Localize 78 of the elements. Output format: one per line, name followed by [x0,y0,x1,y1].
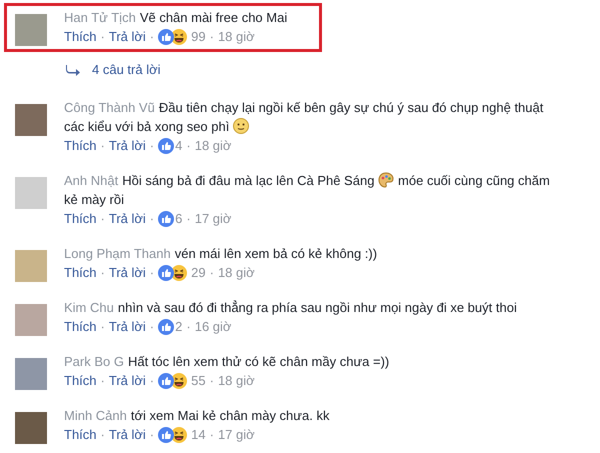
replies-link[interactable]: 4 câu trả lời [92,60,160,80]
laughing-reaction-icon [171,264,188,280]
comment-time: 17 giờ [194,210,232,228]
like-reaction-icon [158,138,174,154]
like-link[interactable]: Thích [64,370,97,390]
like-reaction-icon [158,318,174,334]
avatar-image [15,358,47,390]
separator-dot: · [186,136,191,154]
comment-time: 18 giờ [218,28,255,46]
like-link[interactable]: Thích [64,262,97,282]
reply-arrow-icon [66,64,80,76]
reaction-count: 2 [175,318,182,336]
reply-link[interactable]: Trả lời [108,424,146,444]
laughing-reaction-icon [171,29,188,45]
comment-time: 16 giờ [194,318,232,336]
comment-text: Công Thành Vũ Đầu tiên chạy lại ngồi kế bên gây sự chú ý sau đó chụp nghệ thuật các kiểu với bả xong seo phì [64,98,544,136]
separator-dot: · [150,210,154,228]
like-reaction-icon [158,372,174,388]
separator-dot: · [186,318,191,336]
separator-dot: · [150,136,154,154]
laughing-reaction-icon [171,426,188,442]
laughing-reaction-icon [171,372,188,388]
separator-dot: · [100,136,105,154]
like-reaction-icon [158,264,174,280]
like-link[interactable]: Thích [64,316,97,336]
reply-link[interactable]: Trả lời [108,27,146,47]
separator-dot: · [100,318,105,336]
reaction-count: 6 [175,210,182,228]
separator-dot: · [150,28,154,46]
avatar-image [15,304,47,336]
separator-dot: · [150,426,154,444]
reaction-count: 4 [175,136,182,154]
comment-text: Park Bo G Hất tóc lên xem thử có kẽ chân mầy chưa =)) [64,352,390,370]
reaction-count: 55 [191,372,206,390]
comment-time: 18 giờ [218,372,255,390]
separator-dot: · [210,28,214,46]
separator-dot: · [100,426,105,444]
like-link[interactable]: Thích [64,208,97,228]
reply-link[interactable]: Trả lời [108,262,146,282]
avatar-image [15,250,47,282]
separator-dot: · [186,210,191,228]
separator-dot: · [100,210,105,228]
like-link[interactable]: Thích [64,27,97,47]
comment-time: 18 giờ [194,136,232,155]
separator-dot: · [210,372,214,390]
palette-emoji-icon [378,172,394,188]
reaction-count: 14 [191,426,206,444]
avatar-image [15,412,47,444]
reaction-count: 29 [191,264,206,282]
comment-time: 18 giờ [218,264,255,282]
like-reaction-icon [158,210,174,226]
comment-text: Long Phạm Thanh vén mái lên xem bả có kẻ không :)) [64,244,378,262]
smiley-emoji-icon [232,118,249,134]
reply-link[interactable]: Trả lời [108,136,146,156]
reply-link[interactable]: Trả lời [108,208,146,228]
like-link[interactable]: Thích [64,424,97,444]
comment-text: Kim Chu nhìn và sau đó đi thẳng ra phía sau ngồi như mọi ngày đi xe buýt thoi [64,298,517,316]
separator-dot: · [210,264,214,282]
separator-dot: · [150,264,154,282]
avatar-image [15,104,47,136]
separator-dot: · [150,318,154,336]
avatar-image [15,176,47,208]
like-link[interactable]: Thích [64,136,97,156]
separator-dot: · [100,28,105,46]
comment-text: Anh Nhật Hồi sáng bả đi đâu mà lạc lên Cà Phê Sáng móe cuối cùng cũng chăm kẻ mày rồi [64,170,551,208]
like-reaction-icon [158,29,174,45]
separator-dot: · [210,426,214,444]
separator-dot: · [100,372,105,390]
like-reaction-icon [158,426,174,442]
separator-dot: · [100,264,105,282]
comment-text: Minh Cảnh tới xem Mai kẻ chân mày chưa. kk [64,406,330,424]
reply-link[interactable]: Trả lời [108,370,146,390]
reply-link[interactable]: Trả lời [108,316,146,336]
separator-dot: · [150,372,154,390]
avatar-image [15,14,47,46]
comment-text: Han Tử Tịch Vẽ chân mài free cho Mai [64,9,288,27]
reaction-count: 99 [191,28,206,46]
comment-time: 17 giờ [218,426,255,444]
